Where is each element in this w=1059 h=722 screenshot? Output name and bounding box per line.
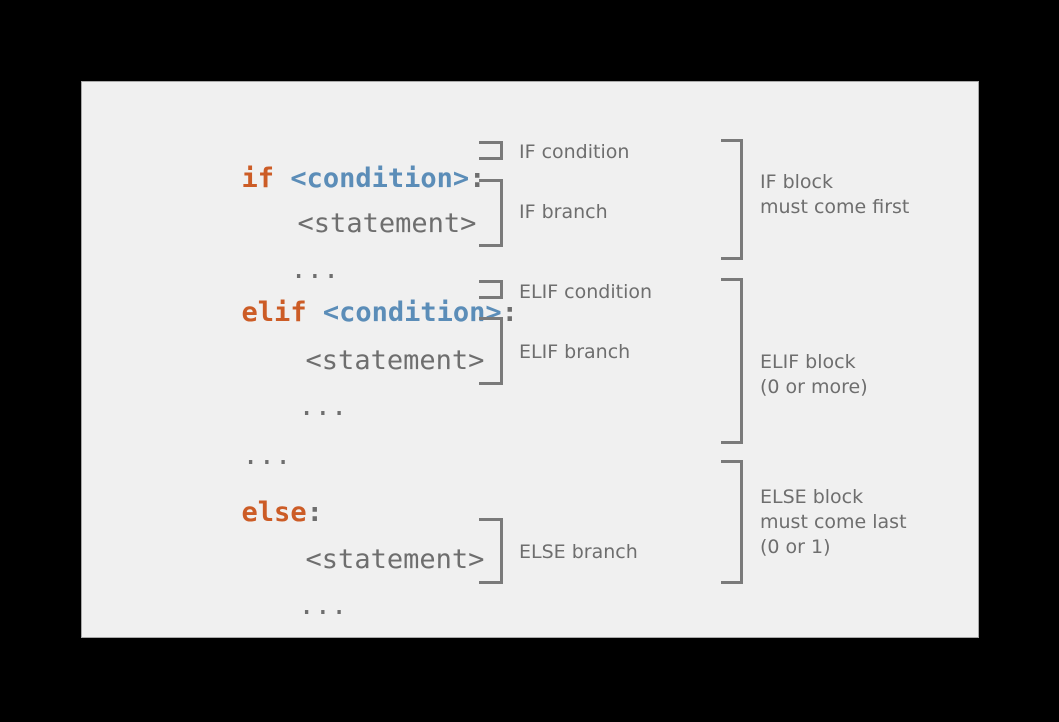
colon-elif: : xyxy=(501,297,518,328)
diagram-panel: if <condition>: <statement> ... elif <co… xyxy=(81,81,979,638)
code-line-else-ellipsis: ... xyxy=(201,565,348,646)
bracket-elif-block xyxy=(721,278,743,444)
bracket-else-block xyxy=(721,460,743,584)
ellipsis-else: ... xyxy=(298,590,348,621)
diagram-canvas: if <condition>: <statement> ... elif <co… xyxy=(0,0,1059,722)
bracket-elif-branch xyxy=(479,317,503,385)
bracket-if-condition xyxy=(479,141,503,160)
label-elif-condition: ELIF condition xyxy=(519,281,653,303)
label-if-condition: IF condition xyxy=(519,141,630,163)
ellipsis-elif: ... xyxy=(298,391,348,422)
label-elif-branch: ELIF branch xyxy=(519,341,631,363)
label-else-branch: ELSE branch xyxy=(519,541,638,563)
ellipsis-outer: ... xyxy=(242,440,292,471)
label-elif-block: ELIF block (0 or more) xyxy=(760,351,868,398)
label-if-branch: IF branch xyxy=(519,201,608,223)
bracket-if-branch xyxy=(479,179,503,247)
bracket-else-branch xyxy=(479,518,503,584)
label-else-block: ELSE block must come last (0 or 1) xyxy=(760,486,907,558)
bracket-elif-condition xyxy=(479,280,503,299)
label-if-block: IF block must come first xyxy=(760,171,910,218)
bracket-if-block xyxy=(721,139,743,260)
